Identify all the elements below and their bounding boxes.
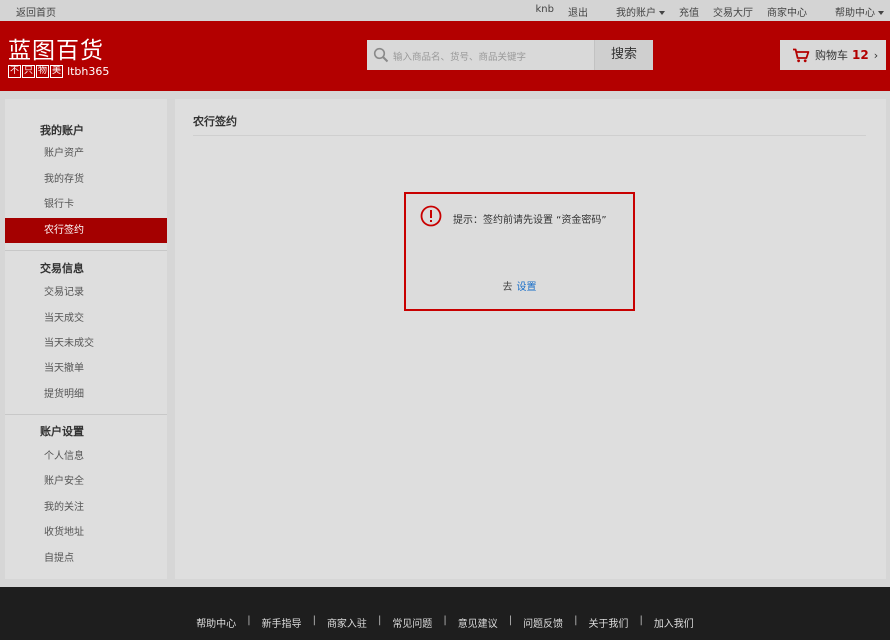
footer-link-join-us[interactable]: 加入我们 <box>654 615 694 630</box>
sidebar-item-today-cancelled[interactable]: 当天撤单 <box>5 356 167 381</box>
cart-icon <box>793 48 810 62</box>
footer-nav: 帮助中心 | 新手指导 | 商家入驻 | 常见问题 | 意见建议 | 问题反馈 … <box>0 615 890 630</box>
dialog-message: 提示：签约前请先设置 “资金密码” <box>453 215 607 226</box>
footer-separator: | <box>443 615 447 626</box>
help-center-label: 帮助中心 <box>835 8 875 19</box>
top-bar: 返回首页 knb 退出 我的账户 充值 交易大厅 商家中心 帮助中心 <box>0 0 890 21</box>
logo-slogan-char: 不 <box>8 65 22 78</box>
notice-dialog: 提示：签约前请先设置 “资金密码” 去设置 <box>404 192 635 311</box>
top-links: knb 退出 我的账户 充值 交易大厅 商家中心 帮助中心 <box>522 4 884 19</box>
footer-separator: | <box>312 615 316 626</box>
sidebar-item-account-assets[interactable]: 账户资产 <box>5 141 167 166</box>
search-input[interactable]: 输入商品名、货号、商品关键字 <box>393 49 526 63</box>
cart-label: 购物车 <box>815 49 848 62</box>
page-title: 农行签约 <box>193 115 237 128</box>
logo-slogan-char: 物 <box>36 65 50 78</box>
search-icon <box>373 47 389 63</box>
trade-hall-link[interactable]: 交易大厅 <box>713 4 753 19</box>
logo-slogan-char: 只 <box>22 65 36 78</box>
sidebar-divider <box>5 414 167 415</box>
sidebar-item-my-follows[interactable]: 我的关注 <box>5 495 167 520</box>
sidebar-item-shipping-address[interactable]: 收货地址 <box>5 520 167 545</box>
main-panel: 农行签约 <box>175 99 886 579</box>
footer-separator: | <box>377 615 382 626</box>
site-footer: 帮助中心 | 新手指导 | 商家入驻 | 常见问题 | 意见建议 | 问题反馈 … <box>0 587 890 640</box>
sidebar-item-my-inventory[interactable]: 我的存货 <box>5 167 167 192</box>
sidebar-group-title: 我的账户 <box>40 124 84 137</box>
logo[interactable]: 蓝图百货 不 只 物 美 ltbh365 <box>8 38 109 78</box>
warning-icon <box>420 205 442 227</box>
help-center-menu[interactable]: 帮助中心 <box>821 4 884 19</box>
footer-link-about-us[interactable]: 关于我们 <box>588 615 628 630</box>
dialog-action: 去设置 <box>406 278 633 293</box>
footer-link-feedback[interactable]: 问题反馈 <box>523 615 563 630</box>
chevron-down-icon <box>659 11 665 15</box>
logout-link[interactable]: 退出 <box>568 4 588 19</box>
footer-separator: | <box>508 615 513 626</box>
logo-domain: ltbh365 <box>67 65 110 78</box>
footer-separator: | <box>574 615 578 626</box>
footer-link-faq[interactable]: 常见问题 <box>392 615 432 630</box>
sidebar-item-personal-info[interactable]: 个人信息 <box>5 444 167 469</box>
merchant-center-link[interactable]: 商家中心 <box>767 4 807 19</box>
logo-slogan-char: 美 <box>50 65 64 78</box>
my-account-menu[interactable]: 我的账户 <box>602 4 665 19</box>
sidebar-item-today-unfilled[interactable]: 当天未成交 <box>5 331 167 356</box>
sidebar-item-trade-records[interactable]: 交易记录 <box>5 280 167 305</box>
sidebar-item-today-filled[interactable]: 当天成交 <box>5 306 167 331</box>
sidebar-item-pickup-point[interactable]: 自提点 <box>5 546 167 571</box>
sidebar-item-account-security[interactable]: 账户安全 <box>5 469 167 494</box>
footer-link-beginner-guide[interactable]: 新手指导 <box>262 615 302 630</box>
footer-link-help-center[interactable]: 帮助中心 <box>196 615 236 630</box>
cart-button[interactable]: 购物车 12 › <box>780 40 886 70</box>
sidebar-group-title: 账户设置 <box>40 425 84 438</box>
recharge-link[interactable]: 充值 <box>679 4 699 19</box>
home-link[interactable]: 返回首页 <box>16 4 56 19</box>
search-bar: 输入商品名、货号、商品关键字 搜索 <box>367 40 653 70</box>
footer-link-merchant-join[interactable]: 商家入驻 <box>327 615 367 630</box>
dialog-action-prefix: 去 <box>502 282 513 293</box>
chevron-down-icon <box>878 11 884 15</box>
logo-subline: 不 只 物 美 ltbh365 <box>8 65 109 78</box>
sidebar: 我的账户 账户资产 我的存货 银行卡 农行签约 交易信息 交易记录 当天成交 当… <box>5 99 167 579</box>
sidebar-divider <box>5 250 167 251</box>
sidebar-item-pickup-details[interactable]: 提货明细 <box>5 382 167 407</box>
sidebar-item-bank-card[interactable]: 银行卡 <box>5 192 167 217</box>
search-button[interactable]: 搜索 <box>594 40 653 70</box>
chevron-right-icon: › <box>873 48 879 62</box>
sidebar-group-title: 交易信息 <box>40 262 84 275</box>
set-password-link[interactable]: 设置 <box>517 282 537 293</box>
cart-count: 12 <box>852 48 869 62</box>
footer-separator: | <box>247 615 251 626</box>
title-divider <box>193 135 866 136</box>
footer-link-suggestions[interactable]: 意见建议 <box>458 615 498 630</box>
logo-name: 蓝图百货 <box>8 38 104 64</box>
my-account-label: 我的账户 <box>616 8 656 19</box>
sidebar-item-abc-signing[interactable]: 农行签约 <box>5 218 167 243</box>
site-header: 蓝图百货 不 只 物 美 ltbh365 输入商品名、货号、商品关键字 搜索 购… <box>0 21 890 91</box>
footer-separator: | <box>639 615 643 626</box>
username-link[interactable]: knb <box>536 4 554 19</box>
